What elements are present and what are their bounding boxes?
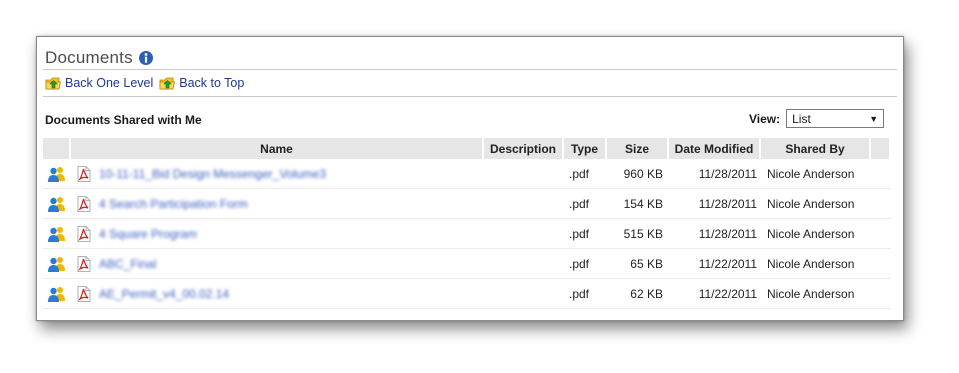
column-header-shared-by[interactable]: Shared By <box>761 138 871 159</box>
navigation-bar: Back One Level Back to Top <box>45 74 250 92</box>
documents-panel: Documents Back One Level Back to Top Doc… <box>36 36 904 321</box>
column-header-spacer <box>871 138 891 159</box>
view-selected-value: List <box>792 111 811 126</box>
dropdown-arrow-icon: ▼ <box>869 113 879 124</box>
document-name-link[interactable]: 4 Search Participation Form <box>99 197 248 211</box>
cell-date-modified: 11/28/2011 <box>698 226 757 241</box>
back-to-top-link[interactable]: Back to Top <box>159 75 244 91</box>
column-header-description[interactable]: Description <box>484 138 564 159</box>
cell-shared-by: Nicole Anderson <box>767 226 855 241</box>
cell-date-modified: 11/28/2011 <box>698 196 757 211</box>
shared-users-icon <box>43 166 71 182</box>
table-row[interactable]: 4 Search Participation Form .pdf 154 KB … <box>43 189 891 219</box>
cell-date-modified: 11/22/2011 <box>698 256 757 271</box>
view-control: View: List ▼ <box>749 109 885 128</box>
back-to-top-label: Back to Top <box>179 76 245 90</box>
shared-users-icon <box>43 226 71 242</box>
cell-type: .pdf <box>569 166 590 181</box>
cell-size: 154 KB <box>623 196 663 211</box>
shared-users-icon <box>43 256 71 272</box>
table-header: Name Description Type Size Date Modified… <box>43 138 891 159</box>
document-name-link[interactable]: 4 Square Program <box>99 227 197 241</box>
column-header-size[interactable]: Size <box>607 138 669 159</box>
back-one-level-label: Back One Level <box>65 76 154 90</box>
table-row[interactable]: 4 Square Program .pdf 515 KB 11/28/2011 … <box>43 219 891 249</box>
pdf-file-icon <box>77 195 91 212</box>
folder-up-icon <box>45 77 61 90</box>
cell-type: .pdf <box>569 286 590 301</box>
folder-up-icon <box>159 77 176 90</box>
info-icon[interactable] <box>138 50 154 66</box>
view-label: View: <box>749 111 781 126</box>
document-name-link[interactable]: AE_Permit_v4_00.02.14 <box>99 287 229 301</box>
shared-users-icon <box>43 286 71 302</box>
shared-users-icon <box>43 196 71 212</box>
section-title: Documents Shared with Me <box>45 113 202 127</box>
cell-shared-by: Nicole Anderson <box>767 196 855 211</box>
cell-size: 62 KB <box>630 286 663 301</box>
view-select[interactable]: List ▼ <box>786 109 885 128</box>
pdf-file-icon <box>77 285 91 302</box>
nav-divider <box>43 96 897 97</box>
cell-shared-by: Nicole Anderson <box>767 286 855 301</box>
column-header-type[interactable]: Type <box>564 138 607 159</box>
page-title: Documents <box>45 48 133 67</box>
cell-type: .pdf <box>569 256 590 271</box>
pdf-file-icon <box>77 225 91 242</box>
column-header-share <box>43 138 71 159</box>
panel-header: Documents <box>45 47 154 69</box>
header-divider <box>43 69 897 70</box>
table-row[interactable]: 10-11-11_Bid Design Messenger_Volume3 .p… <box>43 159 891 189</box>
column-header-name[interactable]: Name <box>71 138 484 159</box>
cell-type: .pdf <box>569 196 590 211</box>
document-name-link[interactable]: 10-11-11_Bid Design Messenger_Volume3 <box>99 167 326 181</box>
pdf-file-icon <box>77 165 91 182</box>
table-row[interactable]: AE_Permit_v4_00.02.14 .pdf 62 KB 11/22/2… <box>43 279 891 309</box>
column-header-date-modified[interactable]: Date Modified <box>669 138 761 159</box>
back-one-level-link[interactable]: Back One Level <box>45 75 153 91</box>
document-name-link[interactable]: ABC_Final <box>99 257 156 271</box>
cell-size: 960 KB <box>623 166 663 181</box>
cell-size: 515 KB <box>623 226 663 241</box>
cell-shared-by: Nicole Anderson <box>767 166 855 181</box>
cell-shared-by: Nicole Anderson <box>767 256 855 271</box>
table-body: 10-11-11_Bid Design Messenger_Volume3 .p… <box>43 159 891 309</box>
pdf-file-icon <box>77 255 91 272</box>
cell-size: 65 KB <box>630 256 663 271</box>
cell-date-modified: 11/22/2011 <box>698 286 757 301</box>
cell-date-modified: 11/28/2011 <box>698 166 757 181</box>
documents-table: Name Description Type Size Date Modified… <box>43 138 891 309</box>
cell-type: .pdf <box>569 226 590 241</box>
table-row[interactable]: ABC_Final .pdf 65 KB 11/22/2011 Nicole A… <box>43 249 891 279</box>
